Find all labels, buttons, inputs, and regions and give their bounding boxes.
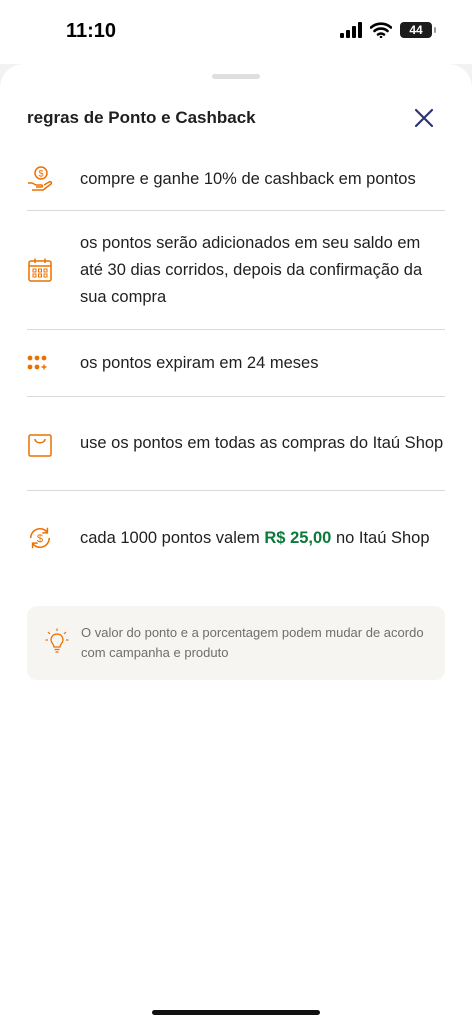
close-icon (414, 108, 434, 128)
rule-item-usage: use os pontos em todas as compras do Ita… (27, 397, 445, 491)
status-time: 11:10 (66, 20, 117, 42)
rule-text-after: no Itaú Shop (331, 528, 430, 547)
points-dots-icon (27, 348, 53, 378)
home-indicator[interactable] (152, 1010, 320, 1015)
lightbulb-icon (45, 628, 69, 659)
rule-text: compre e ganhe 10% de cashback em pontos (80, 169, 416, 188)
currency-exchange-icon: $ (27, 523, 53, 553)
svg-text:$: $ (38, 169, 43, 179)
point-value-highlight: R$ 25,00 (264, 528, 332, 547)
rule-text: os pontos expiram em 24 meses (80, 353, 319, 372)
rules-list: $ compre e ganhe 10% de cashback em pont… (27, 148, 445, 585)
shopping-bag-icon (27, 429, 53, 459)
status-bar: 11:10 44 (0, 0, 472, 64)
rule-text: cada 1000 pontos valem R$ 25,00 no Itaú … (80, 525, 430, 552)
sheet-title: regras de Ponto e Cashback (27, 108, 256, 127)
calendar-icon (27, 255, 53, 285)
signal-icon (340, 22, 362, 38)
rule-text: os pontos serão adicionados em seu saldo… (80, 233, 423, 306)
rules-bottom-sheet: regras de Ponto e Cashback $ compre e ga… (0, 64, 472, 1024)
sheet-grabber[interactable] (212, 74, 260, 79)
rule-item-cashback: $ compre e ganhe 10% de cashback em pont… (27, 148, 445, 211)
rule-text-before: cada 1000 pontos valem (80, 528, 265, 547)
rule-text: use os pontos em todas as compras do Ita… (80, 434, 444, 452)
status-icons: 44 (340, 22, 436, 38)
battery-icon: 44 (400, 22, 436, 38)
rule-item-value: $ cada 1000 pontos valem R$ 25,00 no Ita… (27, 491, 445, 585)
wifi-icon (370, 22, 392, 38)
info-text: O valor do ponto e a porcentagem podem m… (81, 625, 424, 660)
info-notice: O valor do ponto e a porcentagem podem m… (27, 606, 445, 680)
battery-level: 44 (409, 23, 423, 37)
rule-item-expiration: os pontos expiram em 24 meses (27, 330, 445, 397)
rule-item-credit-time: os pontos serão adicionados em seu saldo… (27, 211, 445, 330)
cashback-hand-icon: $ (27, 164, 53, 194)
close-button[interactable] (410, 104, 438, 132)
svg-text:$: $ (37, 533, 44, 545)
